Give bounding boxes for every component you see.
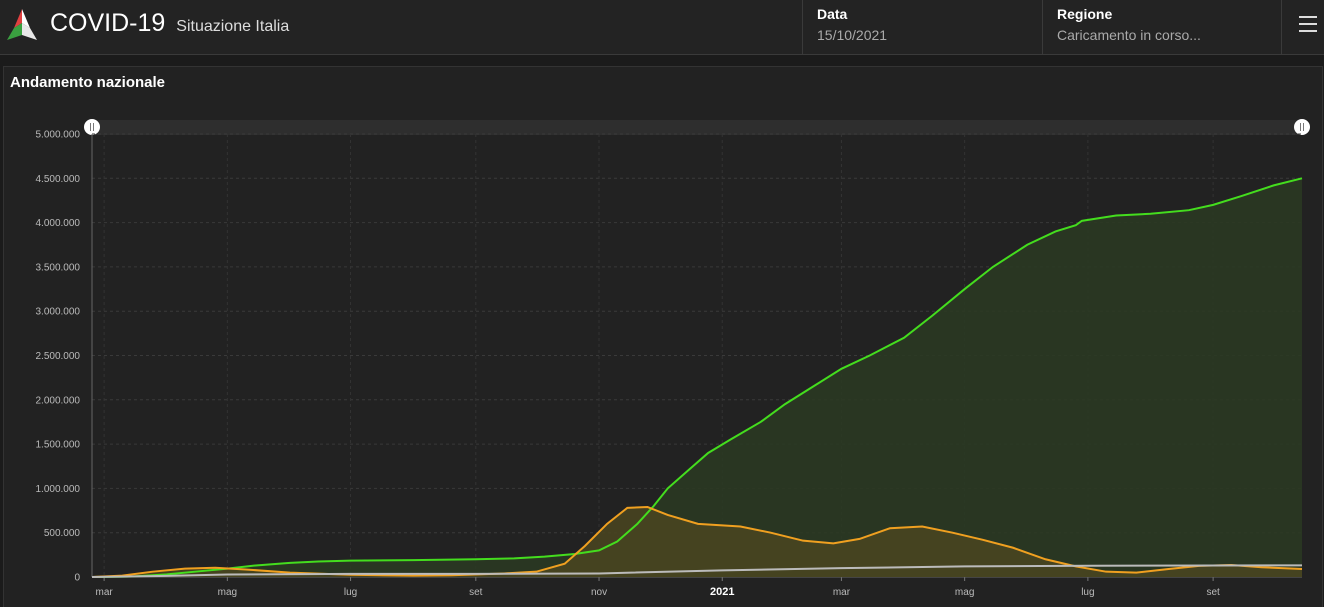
range-handle-left[interactable]: [84, 119, 100, 135]
range-handle-right[interactable]: [1294, 119, 1310, 135]
x-tick-label: 2021: [710, 586, 734, 598]
y-tick-label: 4.000.000: [36, 218, 81, 229]
y-tick-label: 3.500.000: [36, 262, 81, 273]
y-tick-label: 1.500.000: [36, 440, 81, 451]
y-tick-label: 500.000: [44, 528, 81, 539]
x-tick-label: mag: [955, 587, 974, 598]
y-tick-label: 4.500.000: [36, 174, 81, 185]
x-tick-label: mar: [833, 587, 851, 598]
y-tick-label: 0: [74, 573, 80, 584]
range-slider-track: [92, 120, 1302, 135]
series-area-green: [92, 178, 1302, 578]
x-tick-label: mag: [218, 587, 237, 598]
x-tick-label: set: [1206, 587, 1220, 598]
y-tick-label: 3.000.000: [36, 307, 81, 318]
x-tick-label: mar: [96, 587, 114, 598]
y-tick-label: 5.000.000: [36, 130, 81, 141]
y-tick-label: 1.000.000: [36, 484, 81, 495]
y-tick-label: 2.000.000: [36, 395, 81, 406]
x-tick-label: lug: [344, 587, 357, 598]
x-tick-label: set: [469, 587, 483, 598]
x-tick-label: nov: [591, 587, 607, 598]
national-trend-chart: 0 500.000 1.000.000 1.500.000 2.000.000 2.500…: [36, 119, 1310, 598]
national-trend-panel: Andamento nazionale 0 500.000 1.000.000 1.5…: [3, 66, 1323, 607]
y-tick-label: 2.500.000: [36, 351, 81, 362]
x-tick-label: lug: [1081, 587, 1094, 598]
